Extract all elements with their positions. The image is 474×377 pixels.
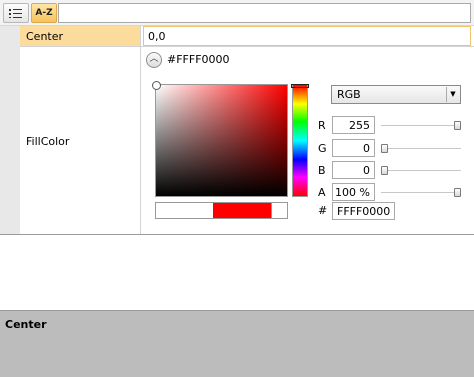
color-hex-display: #FFFF0000 [167,53,230,66]
channel-input-r[interactable]: 255 [332,116,375,134]
channel-slider-thumb[interactable] [454,121,461,130]
property-row-center[interactable]: Center 0,0 [20,26,474,47]
chevron-up-icon: ︿ [149,54,159,64]
hex-input-label: # [318,204,328,217]
channel-slider-b[interactable] [381,166,461,175]
channel-input-a[interactable]: 100 % [332,183,375,201]
categorized-list-icon [9,9,22,18]
channel-slider-thumb[interactable] [381,166,388,175]
property-name-label: FillColor [26,135,70,148]
property-grid: Center 0,0 FillColor ︿ #FFFF0000 RGB ▼ R… [0,26,474,235]
property-name-label: Center [26,30,64,43]
channel-label-a: A [318,186,326,199]
center-value-input[interactable]: 0,0 [143,26,471,46]
selected-color-swatch [213,203,271,218]
channel-input-b[interactable]: 0 [332,161,375,179]
channel-slider-a[interactable] [381,188,461,197]
color-picker-handle[interactable] [152,81,161,90]
property-name-center[interactable]: Center [20,26,141,46]
color-editor: ︿ #FFFF0000 RGB ▼ R 255 G 0 B 0 A 100 % … [142,47,474,234]
chevron-down-icon: ▼ [446,87,459,102]
collapse-color-editor-button[interactable]: ︿ [146,52,162,68]
color-preview [155,202,288,219]
color-mode-dropdown[interactable]: RGB ▼ [331,85,461,104]
hue-slider[interactable] [291,84,309,197]
channel-slider-thumb[interactable] [381,144,388,153]
property-name-fillcolor[interactable]: FillColor [20,47,141,234]
channel-slider-g[interactable] [381,144,461,153]
hue-slider-handle[interactable] [291,84,309,88]
previous-color-swatch [156,203,213,218]
grid-gutter [0,26,20,234]
channel-input-g[interactable]: 0 [332,139,375,157]
property-row-fillcolor: FillColor ︿ #FFFF0000 RGB ▼ R 255 G 0 B … [20,47,474,234]
description-panel: Center [0,310,474,377]
channel-label-b: B [318,164,326,177]
channel-slider-thumb[interactable] [454,188,461,197]
color-mode-value: RGB [337,88,361,101]
property-grid-toolbar: A-Z [0,0,474,26]
channel-label-r: R [318,119,326,132]
property-search-input[interactable] [58,3,471,23]
hex-color-input[interactable]: FFFF0000 [332,202,395,220]
preview-end-swatch [271,203,287,218]
description-title: Center [5,318,47,331]
alphabetical-sort-button[interactable]: A-Z [31,3,57,23]
channel-slider-r[interactable] [381,121,461,130]
channel-label-g: G [318,142,327,155]
categorized-view-button[interactable] [3,3,29,23]
saturation-value-picker[interactable] [152,81,288,197]
